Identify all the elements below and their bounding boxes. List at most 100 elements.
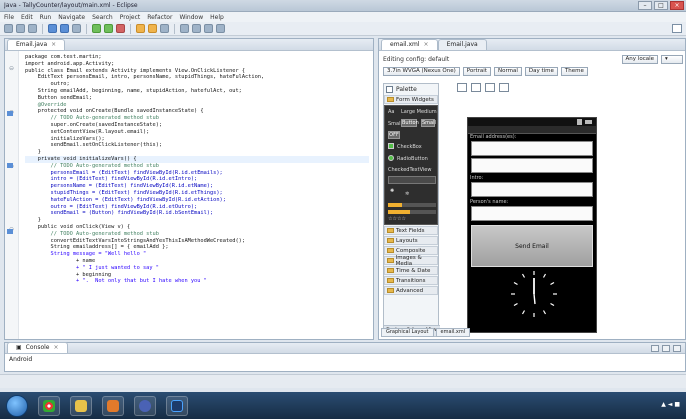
android-version-dropdown[interactable]: ▾ — [661, 54, 683, 64]
maximize-button[interactable]: □ — [654, 1, 668, 10]
tab-email-xml[interactable]: email.xml × — [381, 39, 438, 50]
layout-designer-pane: email.xml × Email.java Editing config: d… — [378, 38, 686, 340]
things-field[interactable] — [471, 206, 593, 221]
widget-progressbar-horizontal[interactable] — [388, 203, 436, 207]
widget-ratingbar[interactable]: ☆☆☆☆ — [388, 216, 406, 222]
code-line: private void initializeVars() { — [25, 155, 369, 163]
name-field[interactable] — [471, 182, 593, 197]
palette-section-advanced[interactable]: Advanced — [384, 286, 438, 295]
tab-graphical-layout[interactable]: Graphical Layout — [381, 328, 434, 337]
menu-window[interactable]: Window — [179, 14, 203, 21]
open-console-icon[interactable] — [651, 345, 659, 352]
palette-section-form-widgets[interactable]: Form Widgets — [384, 95, 438, 104]
open-type-icon[interactable] — [180, 24, 189, 33]
code-line: Button sendEmail; — [25, 94, 92, 101]
checkbox-icon[interactable] — [388, 143, 394, 149]
refresh-icon[interactable] — [499, 83, 509, 92]
menu-search[interactable]: Search — [92, 14, 113, 21]
widget-toggle-button[interactable]: OFF — [388, 131, 400, 139]
intro-field[interactable] — [471, 158, 593, 173]
close-icon[interactable]: × — [51, 40, 56, 50]
menu-run[interactable]: Run — [40, 14, 52, 21]
menu-refactor[interactable]: Refactor — [147, 14, 172, 21]
close-button[interactable]: × — [670, 1, 684, 10]
taskbar-chrome-icon[interactable] — [38, 395, 60, 416]
tab-email-java-secondary[interactable]: Email.java — [437, 39, 487, 50]
new-icon[interactable] — [4, 24, 13, 33]
taskbar-explorer-icon[interactable] — [70, 395, 92, 416]
window-controls: – □ × — [638, 1, 684, 10]
folder-icon — [387, 228, 394, 233]
new-class-icon[interactable] — [160, 24, 169, 33]
zoom-fit-icon[interactable] — [471, 83, 481, 92]
menu-edit[interactable]: Edit — [21, 14, 33, 21]
menu-help[interactable]: Help — [210, 14, 224, 21]
display-console-icon[interactable] — [662, 345, 670, 352]
theme-dropdown[interactable]: Theme — [560, 67, 588, 76]
tab-email-java[interactable]: Email.java × — [7, 39, 66, 50]
debug-icon[interactable] — [92, 24, 101, 33]
zoom-actual-icon[interactable] — [485, 83, 495, 92]
palette-section-images-media[interactable]: Images & Media — [384, 255, 438, 267]
search-icon[interactable] — [192, 24, 201, 33]
mode-dropdown[interactable]: Normal — [493, 67, 522, 76]
menu-navigate[interactable]: Navigate — [58, 14, 85, 21]
send-email-button[interactable]: Send Email — [471, 225, 593, 267]
palette-section-time-date[interactable]: Time & Date — [384, 266, 438, 275]
minimize-button[interactable]: – — [638, 1, 652, 10]
daytime-dropdown[interactable]: Day time — [524, 67, 558, 76]
device-dropdown[interactable]: 3.7in WVGA (Nexus One) — [383, 67, 460, 76]
orientation-dropdown[interactable]: Portrait — [462, 67, 491, 76]
widget-progressbar-large[interactable]: ✺ — [390, 188, 394, 194]
locale-dropdown[interactable]: Any locale — [621, 54, 658, 64]
palette-section-transitions[interactable]: Transitions — [384, 276, 438, 285]
forward-icon[interactable] — [216, 24, 225, 33]
run-icon[interactable] — [104, 24, 113, 33]
widget-small-button[interactable]: Small — [421, 119, 436, 127]
widget-textview[interactable]: Aa — [388, 109, 394, 115]
toolbar-separator — [174, 23, 175, 34]
external-tools-icon[interactable] — [116, 24, 125, 33]
print-icon[interactable] — [28, 24, 37, 33]
close-icon[interactable]: × — [424, 40, 429, 50]
taskbar-eclipse-icon[interactable] — [134, 395, 156, 416]
menu-file[interactable]: File — [4, 14, 14, 21]
widget-seekbar[interactable] — [388, 210, 436, 214]
minimize-view-icon[interactable] — [673, 345, 681, 352]
start-orb-icon[interactable] — [6, 394, 28, 417]
device-preview[interactable]: Email address(es): Intro: Person's name:… — [467, 117, 597, 333]
taskbar-java-icon[interactable] — [102, 395, 124, 416]
new-java-project-icon[interactable] — [136, 24, 145, 33]
lint-icon[interactable] — [72, 24, 81, 33]
code-line: convertEditTextVarsIntoStringsAndYesThis… — [25, 237, 246, 244]
system-tray[interactable]: ▲ ◄ ■ — [661, 401, 680, 408]
android-sdk-icon[interactable] — [48, 24, 57, 33]
menu-project[interactable]: Project — [120, 14, 141, 21]
palette-section-text-fields[interactable]: Text Fields — [384, 226, 438, 235]
widget-button[interactable]: Button — [401, 119, 419, 127]
code-line: public void onClick(View v) { — [25, 223, 131, 230]
save-icon[interactable] — [16, 24, 25, 33]
layout-toggle-icon[interactable] — [457, 83, 467, 92]
email-field[interactable] — [471, 141, 593, 156]
widget-spinner[interactable] — [388, 176, 436, 184]
perspective-switcher-icon[interactable] — [672, 24, 682, 33]
widget-textview-large[interactable]: Large Medium — [401, 109, 437, 115]
widget-progressbar-small[interactable]: ✲ — [405, 191, 409, 197]
close-icon[interactable]: × — [54, 343, 59, 353]
code-line: String message = "Well hello " — [25, 251, 147, 258]
widget-checked-textview[interactable]: CheckedTextView — [388, 167, 431, 173]
tab-label: email.xml — [390, 41, 420, 48]
tab-xml-source[interactable]: email.xml — [435, 328, 471, 337]
back-icon[interactable] — [204, 24, 213, 33]
folder-icon — [387, 248, 394, 253]
taskbar-photoshop-icon[interactable] — [166, 395, 188, 416]
new-package-icon[interactable] — [148, 24, 157, 33]
palette-section-layouts[interactable]: Layouts — [384, 236, 438, 245]
avd-manager-icon[interactable] — [60, 24, 69, 33]
tab-console[interactable]: ▣ Console × — [7, 342, 68, 353]
widget-textview-small[interactable]: Small — [388, 121, 402, 127]
code-line: initializeVars(); — [25, 135, 105, 142]
code-text[interactable]: package com.test.martin; import android.a… — [5, 51, 373, 339]
radio-icon[interactable] — [388, 155, 394, 161]
